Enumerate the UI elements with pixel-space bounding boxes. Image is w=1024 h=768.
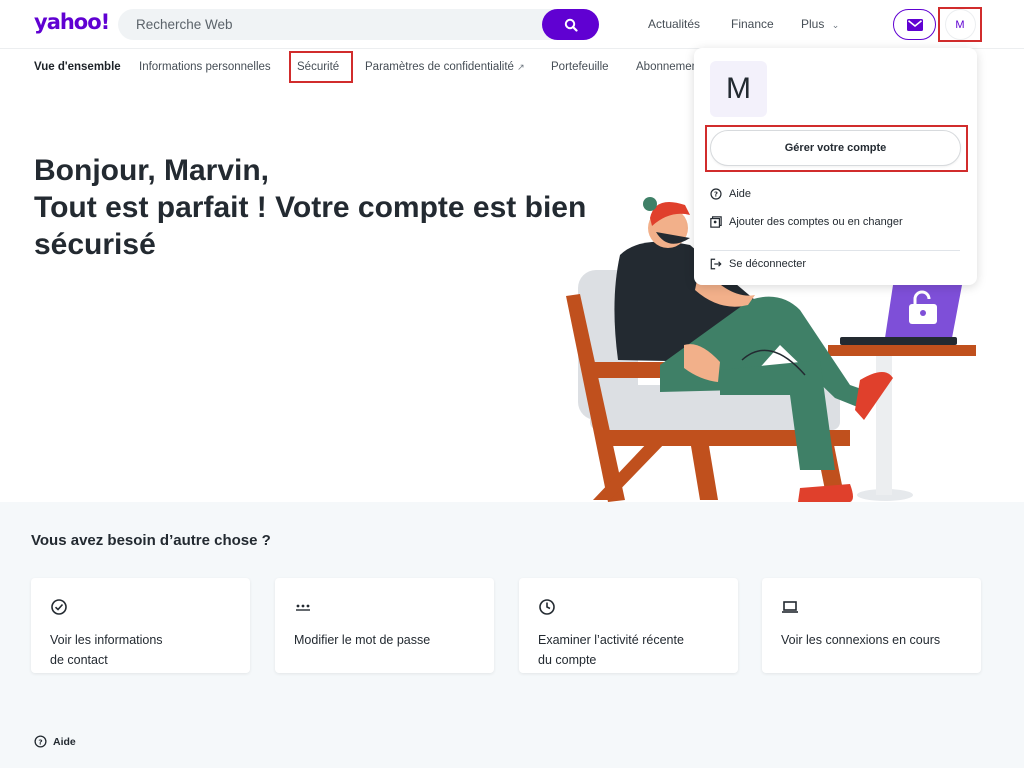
nav-finance[interactable]: Finance [731,17,774,31]
card-label: Modifier le mot de passe [294,630,484,650]
avatar: M [710,61,767,117]
card-label-line: Voir les informations [50,633,163,647]
svg-text:?: ? [714,191,718,199]
tab-privacy-label: Paramètres de confidentialité [365,61,514,73]
help-link[interactable]: ? Aide [34,735,76,748]
dropdown-item-label: Ajouter des comptes ou en changer [729,216,903,228]
yahoo-logo[interactable]: yahoo! [34,10,110,34]
nav-plus[interactable]: Plus ⌄ [801,17,839,31]
search-bar[interactable] [118,9,599,40]
dropdown-item-sign-out[interactable]: Se déconnecter [710,258,806,270]
laptop-icon [782,601,798,613]
tab-wallet[interactable]: Portefeuille [551,61,609,73]
card-label: Examiner l’activité récente du compte [538,630,728,670]
sign-out-icon [710,258,722,270]
account-dropdown: M Gérer votre compte ? Aide Ajouter des … [694,48,977,285]
question-circle-icon: ? [710,188,722,200]
card-label: Voir les informations de contact [50,630,240,670]
card-label-line: du compte [538,653,597,667]
help-section: Vous avez besoin d’autre chose ? Voir le… [0,502,1024,768]
password-dots-icon [296,604,310,611]
status-line: Tout est parfait ! Votre compte est bien… [34,191,587,261]
dropdown-item-label: Se déconnecter [729,258,807,270]
tab-personal-info[interactable]: Informations personnelles [139,61,271,73]
nav-plus-label: Plus [801,17,825,31]
card-change-password[interactable]: Modifier le mot de passe [275,578,494,673]
dropdown-item-help[interactable]: ? Aide [710,188,751,200]
top-header: yahoo! Actualités Finance Plus ⌄ M [0,0,1024,49]
card-label-line: Voir les connexions en cours [781,633,941,647]
switch-accounts-icon [710,216,722,228]
greeting-line: Bonjour, Marvin, [34,154,270,187]
avatar: M [945,10,975,39]
tab-overview[interactable]: Vue d'ensemble [34,61,121,73]
card-label-line: Examiner l’activité récente [538,633,684,647]
check-circle-icon [51,599,67,615]
search-button[interactable] [542,9,599,40]
mail-button[interactable] [893,9,936,40]
card-label: Voir les connexions en cours [781,630,971,650]
card-contact-info[interactable]: Voir les informations de contact [31,578,250,673]
dropdown-item-switch-accounts[interactable]: Ajouter des comptes ou en changer [710,216,903,228]
mail-icon [906,18,923,31]
divider [710,250,960,251]
help-section-title: Vous avez besoin d’autre chose ? [31,532,271,549]
card-active-sessions[interactable]: Voir les connexions en cours [762,578,981,673]
security-tab-highlight [289,51,353,83]
help-link-label: Aide [53,735,76,748]
dropdown-item-label: Aide [729,188,752,200]
svg-text:?: ? [38,737,42,746]
manage-account-button[interactable]: Gérer votre compte [710,130,961,166]
tab-privacy-settings[interactable]: Paramètres de confidentialité ↗ [365,61,525,73]
question-circle-icon: ? [34,735,47,748]
search-icon [564,18,578,32]
card-label-line: de contact [50,653,108,667]
page-title: Bonjour, Marvin, Tout est parfait ! Votr… [34,152,594,263]
account-menu-button[interactable]: M [938,7,982,42]
external-link-icon: ↗ [517,62,525,72]
clock-icon [539,599,555,615]
card-label-line: Modifier le mot de passe [294,633,431,647]
card-recent-activity[interactable]: Examiner l’activité récente du compte [519,578,738,673]
search-input[interactable] [136,9,536,40]
nav-actualites[interactable]: Actualités [648,17,700,31]
chevron-down-icon: ⌄ [831,20,840,30]
